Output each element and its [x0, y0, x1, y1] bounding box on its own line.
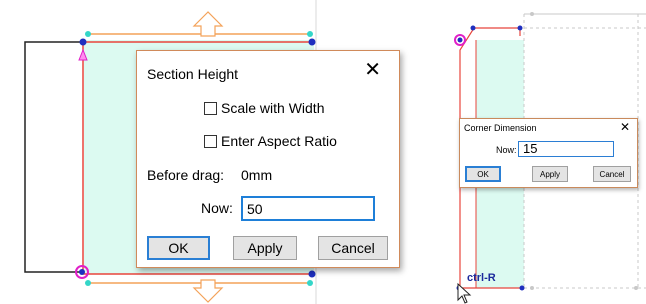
node-handle-icon[interactable] [519, 285, 525, 291]
node-handle-icon[interactable] [79, 269, 85, 275]
dialog-title: Section Height [147, 66, 239, 82]
node-handle-icon[interactable] [530, 286, 534, 290]
node-handle-icon[interactable] [517, 25, 523, 31]
now-input[interactable]: 50 [241, 196, 375, 221]
node-handle-icon[interactable] [470, 25, 476, 31]
apply-button[interactable]: Apply [233, 236, 297, 260]
corner-dimension-dialog: Corner Dimension ✕ Now: 15 OK Apply Canc… [459, 118, 638, 188]
shortcut-hint: ctrl-R [467, 272, 496, 284]
node-handle-icon[interactable] [634, 286, 638, 290]
now-label: Now: [201, 200, 233, 216]
node-handle-icon[interactable] [79, 38, 87, 46]
before-drag-label: Before drag: [147, 167, 225, 183]
node-handle-icon[interactable] [308, 38, 316, 46]
node-handle-icon[interactable] [307, 31, 313, 37]
scale-with-width-label: Scale with Width [221, 100, 325, 116]
scale-with-width-option[interactable]: Scale with Width [204, 100, 324, 116]
scale-with-width-checkbox[interactable] [204, 101, 217, 115]
enter-aspect-ratio-checkbox[interactable] [204, 134, 217, 148]
now-label: Now: [496, 145, 517, 155]
now-input[interactable]: 15 [518, 141, 614, 157]
ok-button[interactable]: OK [147, 236, 210, 260]
cancel-button[interactable]: Cancel [318, 236, 388, 260]
dialog-title: Corner Dimension [464, 123, 537, 133]
node-handle-icon[interactable] [307, 280, 313, 286]
apply-button[interactable]: Apply [532, 166, 568, 182]
node-handle-icon[interactable] [85, 31, 91, 37]
node-handle-icon[interactable] [308, 270, 316, 278]
enter-aspect-ratio-label: Enter Aspect Ratio [221, 133, 337, 149]
enter-aspect-ratio-option[interactable]: Enter Aspect Ratio [204, 133, 337, 149]
node-handle-icon[interactable] [457, 37, 463, 43]
close-icon[interactable]: ✕ [620, 120, 630, 134]
cancel-button[interactable]: Cancel [593, 166, 631, 182]
before-drag-value: 0mm [241, 167, 273, 183]
section-height-dialog: Section Height ✕ Scale with Width Enter … [136, 50, 400, 268]
close-icon[interactable]: ✕ [364, 60, 381, 80]
node-handle-icon[interactable] [530, 12, 534, 16]
node-handle-icon[interactable] [85, 280, 91, 286]
ok-button[interactable]: OK [465, 166, 501, 182]
